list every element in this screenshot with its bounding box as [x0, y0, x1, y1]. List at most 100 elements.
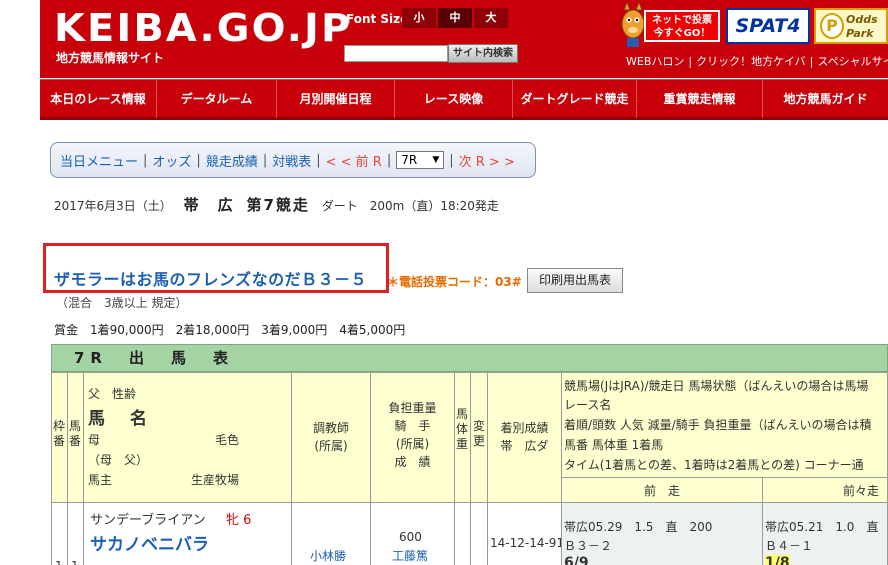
oddspark-line2: Park [846, 27, 874, 40]
font-size-label: Font Size [346, 12, 409, 26]
past-desc-line-2: レース名 [564, 398, 612, 412]
col-horse-dam: 母 [88, 433, 101, 447]
col-horse-name: 馬 名 [88, 409, 151, 429]
col-horse-breeder: 生産牧場 [191, 473, 240, 487]
site-subtitle: 地方競馬情報サイト [56, 51, 165, 65]
link-day-menu[interactable]: 当日メニュー [60, 151, 138, 170]
nav-chiho-guide[interactable]: 地方競馬ガイド [763, 80, 888, 118]
race-select-value: 7R [401, 153, 418, 167]
col-horse-sire: 父 性齢 [88, 387, 137, 401]
race-track: ダート 200m（直）18:20発走 [321, 199, 499, 213]
col-horse-header: 父 性齢 馬 名 母 毛色 （母 父） 馬主 生産牧場 [83, 372, 292, 503]
race-number: 第7競走 [246, 196, 310, 214]
row1-weight-cell: 600 工藤篤 [370, 502, 455, 565]
nav-monthly-schedule[interactable]: 月別開催日程 [277, 80, 395, 118]
net-vote-banner[interactable]: ネットで投票 今すぐGO！ [644, 10, 720, 42]
race-date: 2017年6月3日（土） [54, 199, 172, 213]
vote-banner-line1: ネットで投票 [652, 15, 712, 26]
col-trainer-text: 調教師 (所属) [312, 421, 349, 453]
col-record-text: 着別成績 帯 広ダ [500, 421, 549, 453]
col-waku-header: 枠番 [51, 372, 68, 503]
oddspark-logo-icon: P [820, 13, 844, 39]
main-nav: 本日のレース情報 データルーム 月別開催日程 レース映像 ダートグレード競走 重… [40, 79, 888, 120]
col-horse-color: 毛色 [215, 433, 240, 447]
col-body-text: 馬体重 [456, 407, 469, 451]
header-link-special-site[interactable]: スペシャルサイトIN [817, 55, 888, 68]
nav-dirt-grade[interactable]: ダートグレード競走 [513, 80, 637, 118]
header-link-web-halon[interactable]: WEBハロン [626, 55, 684, 68]
past-desc-line-1: 競馬場(JはJRA)/競走日 馬場状態（ばんえいの場合は馬場 [564, 379, 869, 393]
race-submenu: 当日メニュー | オッズ | 競走成績 | 対戦表 | < < 前 R | 7R ▼ | 次 … [50, 142, 536, 178]
site-search-button[interactable]: サイト内検索 [448, 44, 518, 63]
race-select[interactable]: 7R ▼ [396, 151, 445, 169]
vote-banner-line2: 今すぐGO！ [653, 28, 711, 39]
col-record-header: 着別成績 帯 広ダ [487, 372, 562, 503]
col-waku-text: 枠番 [53, 419, 66, 448]
past-desc-line-4: 馬番 馬体重 1着馬 [564, 438, 664, 452]
row1-trainer-cell: 小林勝 [291, 502, 371, 565]
row1-prev2-cell: 帯広05.21 1.0 直 Ｂ４－１ 1/8 [762, 502, 888, 565]
row1-sire: サンデーブライアン [90, 513, 206, 528]
past-desc-line-5: タイム(1着馬との差、1着時は2着馬との差) コーナー通 [564, 458, 864, 472]
col-change-header: 変更 [470, 372, 488, 503]
row1-prev2-line3: 1/8 [765, 555, 790, 565]
past-desc-line-3: 着順/頭数 人気 減量/騎手 負担重量（ばんえいの場合は積 [564, 418, 872, 432]
font-size-medium-button[interactable]: 中 [438, 8, 472, 28]
site-search-input[interactable] [344, 45, 448, 62]
link-next-race[interactable]: 次 R > > [459, 151, 515, 170]
link-results[interactable]: 競走成績 [206, 151, 258, 170]
col-prev2-header: 前々走 [762, 477, 888, 503]
row1-prev2-line2: Ｂ４－１ [765, 539, 814, 553]
col-uma-header: 馬番 [67, 372, 84, 503]
link-matchup[interactable]: 対戦表 [272, 151, 311, 170]
race-condition: （混合 3歳以上 規定） [56, 296, 188, 310]
col-trainer-header: 調教師 (所属) [291, 372, 371, 503]
nav-race-video[interactable]: レース映像 [395, 80, 513, 118]
row1-jockey[interactable]: 工藤篤 [392, 547, 428, 564]
row1-weight: 600 [399, 530, 422, 544]
race-title: ザモラーはお馬のフレンズなのだＢ３－５ [54, 270, 368, 289]
col-past-desc-header: 競馬場(JはJRA)/競走日 馬場状態（ばんえいの場合は馬場 レース名 着順/頭… [561, 372, 888, 478]
row1-prev2-line1: 帯広05.21 1.0 直 [765, 520, 879, 534]
nav-data-room[interactable]: データルーム [157, 80, 277, 118]
col-horse-owner: 馬主 [88, 473, 113, 487]
link-odds[interactable]: オッズ [152, 151, 191, 170]
row1-prev1-line1: 帯広05.29 1.5 直 200 [564, 520, 713, 534]
row1-waku-num: 1 [55, 559, 63, 565]
row1-waku: 1 [51, 502, 68, 565]
nav-graded-race[interactable]: 重賞競走情報 [637, 80, 763, 118]
row1-uma: 1 [67, 502, 84, 565]
row1-prev1-cell: 帯広05.29 1.5 直 200 Ｂ３－２ 6/9 [561, 502, 763, 565]
spat4-banner[interactable]: SPAT4 [726, 8, 810, 44]
print-entry-button[interactable]: 印刷用出馬表 [527, 268, 623, 293]
link-prev-race[interactable]: < < 前 R [326, 151, 382, 170]
font-size-large-button[interactable]: 大 [474, 8, 508, 28]
row1-prev1-line3: 6/9 [564, 555, 589, 565]
col-change-text: 変更 [473, 419, 486, 448]
phone-vote-code: ＊電話投票コード：03# [387, 275, 522, 289]
entry-table-title: 7R 出 馬 表 [51, 344, 888, 372]
site-header: KEIBA.GO.JP 地方競馬情報サイト Font Size 小 中 大 サイ… [40, 0, 888, 78]
oddspark-banner[interactable]: P Odds Park [814, 8, 888, 44]
col-uma-text: 馬番 [69, 419, 82, 448]
col-weight-text: 負担重量 騎 手 (所属) 成 績 [388, 401, 437, 469]
col-prev1-text: 前 走 [643, 484, 680, 498]
race-info: 2017年6月3日（土） 帯 広 第7競走 ダート 200m（直）18:20発走 [54, 194, 499, 215]
row1-record-cell: 14-12-14-91 [487, 502, 565, 565]
row1-sex-age: 牝 6 [226, 513, 252, 528]
row1-prev1-line2: Ｂ３－２ [564, 539, 613, 553]
col-body-header: 馬体重 [454, 372, 471, 503]
header-link-click-keiba[interactable]: クリック！地方ケイバ [696, 55, 806, 68]
nav-today-race[interactable]: 本日のレース情報 [40, 80, 157, 118]
col-horse-damsire: （母 父） [88, 453, 149, 467]
row1-record: 14-12-14-91 [490, 536, 565, 550]
font-size-small-button[interactable]: 小 [402, 8, 436, 28]
col-prev1-header: 前 走 [561, 477, 763, 503]
row1-change-cell [470, 502, 488, 565]
site-logo[interactable]: KEIBA.GO.JP [54, 6, 352, 50]
row1-horse: サンデーブライアン 牝 6 サカノベニバラ [83, 502, 292, 565]
row1-horse-name[interactable]: サカノベニバラ [90, 530, 209, 555]
row1-body-cell [454, 502, 471, 565]
row1-trainer[interactable]: 小林勝 [310, 547, 346, 564]
race-venue: 帯 広 [183, 196, 235, 214]
